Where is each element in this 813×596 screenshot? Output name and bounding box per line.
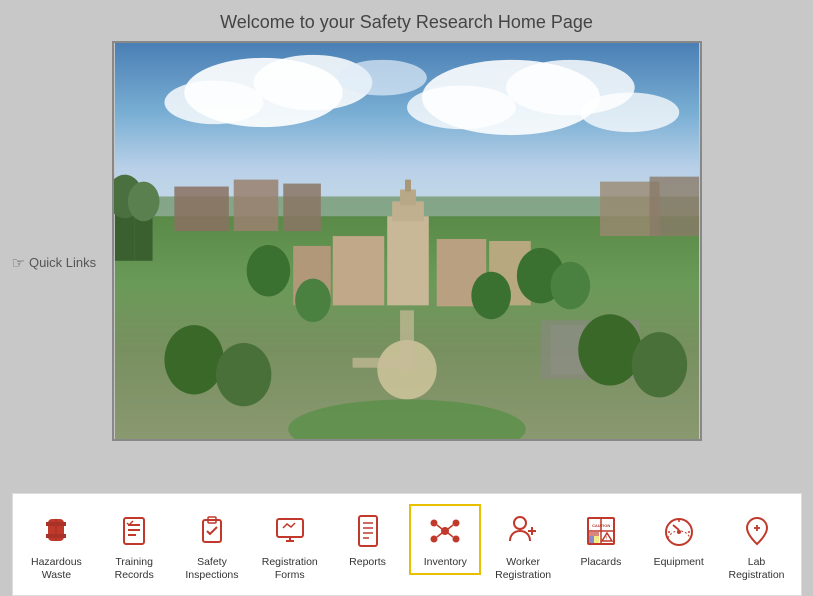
nav-item-worker-registration[interactable]: WorkerRegistration [487,504,559,589]
page-wrapper: Welcome to your Safety Research Home Pag… [0,0,813,596]
nav-label-lab-registration: LabRegistration [728,556,784,583]
content-area: ☞ Quick Links [12,41,802,485]
nav-label-equipment: Equipment [654,556,704,570]
quick-links[interactable]: ☞ Quick Links [12,254,97,272]
page-title: Welcome to your Safety Research Home Pag… [220,12,593,33]
person-plus-icon [502,510,544,552]
nav-label-safety-inspections: SafetyInspections [185,556,238,583]
svg-text:CAUTION: CAUTION [592,523,610,528]
nav-item-placards[interactable]: CAUTION ! Placards [565,504,637,576]
nav-label-placards: Placards [580,556,621,570]
barrel-icon [35,510,77,552]
molecule-icon [424,510,466,552]
nav-label-inventory: Inventory [424,556,467,570]
doc-icon [347,510,389,552]
nav-item-inventory[interactable]: Inventory [409,504,481,576]
nav-label-training-records: TrainingRecords [115,556,154,583]
bottom-navbar: HazardousWaste TrainingRecords [12,493,802,596]
nav-label-hazardous-waste: HazardousWaste [31,556,82,583]
nav-item-lab-registration[interactable]: LabRegistration [720,504,792,589]
nav-item-safety-inspections[interactable]: SafetyInspections [176,504,248,589]
campus-image-container [112,41,702,441]
monitor-icon [269,510,311,552]
quick-links-icon: ☞ [12,254,25,272]
nav-label-worker-registration: WorkerRegistration [495,556,551,583]
nav-label-registration-forms: RegistrationForms [262,556,318,583]
checklist-icon [113,510,155,552]
nav-label-reports: Reports [349,556,386,570]
nav-item-reports[interactable]: Reports [332,504,404,576]
pin-plus-icon [736,510,778,552]
nav-item-registration-forms[interactable]: RegistrationForms [254,504,326,589]
gauge-icon [658,510,700,552]
nav-item-hazardous-waste[interactable]: HazardousWaste [20,504,92,589]
warning-grid-icon: CAUTION ! [580,510,622,552]
campus-image [114,43,700,439]
nav-item-training-records[interactable]: TrainingRecords [98,504,170,589]
clipboard-check-icon [191,510,233,552]
nav-item-equipment[interactable]: Equipment [643,504,715,576]
svg-text:!: ! [606,536,607,542]
